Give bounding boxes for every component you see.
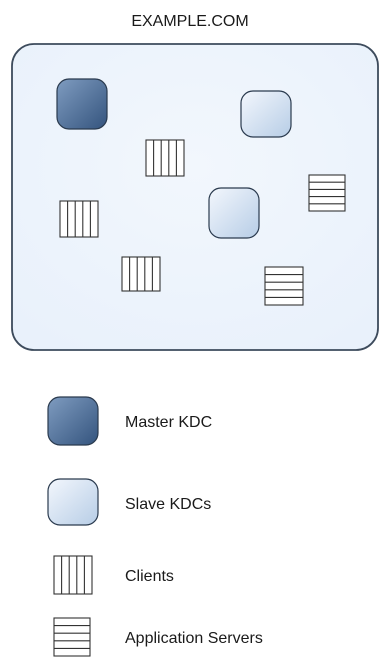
master-kdc-node bbox=[56, 78, 108, 130]
legend-item-client: Clients bbox=[53, 555, 174, 595]
legend-item-application-server: Application Servers bbox=[53, 617, 263, 657]
master-kdc-legend-icon bbox=[47, 396, 99, 446]
application-server-legend-icon bbox=[53, 617, 91, 657]
realm-title: EXAMPLE.COM bbox=[131, 13, 248, 30]
legend-label: Slave KDCs bbox=[125, 496, 211, 513]
application-server-node bbox=[264, 266, 304, 306]
slave-kdc-legend-icon bbox=[47, 478, 99, 526]
slave-kdc-node bbox=[240, 90, 292, 138]
legend-label: Master KDC bbox=[125, 414, 212, 431]
legend: Master KDC Slave KDCs Clients Application S… bbox=[47, 396, 263, 657]
legend-label: Application Servers bbox=[125, 630, 263, 647]
legend-item-master-kdc: Master KDC bbox=[47, 396, 212, 446]
slave-kdc-node bbox=[208, 187, 260, 239]
legend-item-slave-kdc: Slave KDCs bbox=[47, 478, 211, 526]
client-node bbox=[59, 200, 99, 238]
client-node bbox=[145, 139, 185, 177]
client-legend-icon bbox=[53, 555, 93, 595]
kerberos-realm-diagram: EXAMPLE.COM Master KDC Slave KDCs Clients A… bbox=[11, 13, 379, 657]
legend-label: Clients bbox=[125, 568, 174, 585]
client-node bbox=[121, 256, 161, 292]
application-server-node bbox=[308, 174, 346, 212]
